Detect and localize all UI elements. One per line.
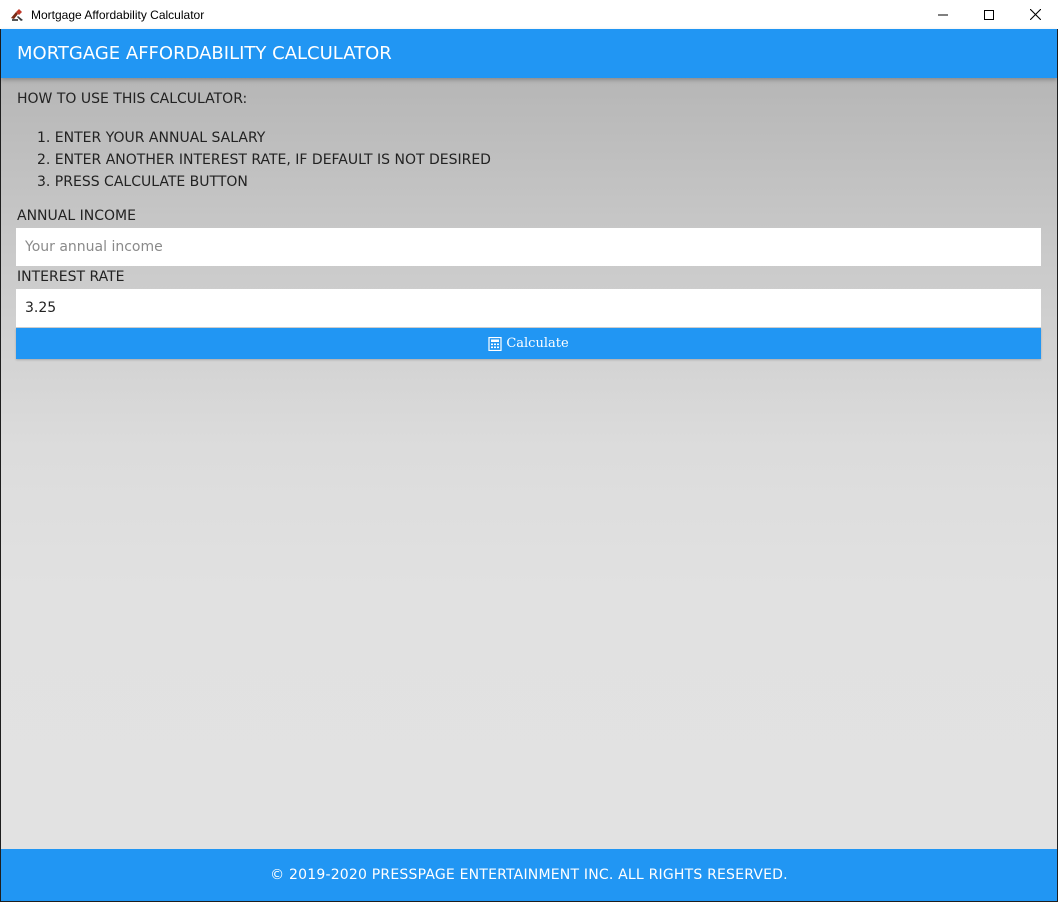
calculator-icon	[488, 336, 502, 351]
window-titlebar: Mortgage Affordability Calculator	[0, 0, 1058, 29]
copyright-text: © 2019-2020 PRESSPAGE ENTERTAINMENT INC.…	[270, 867, 788, 883]
app-icon	[9, 7, 25, 23]
minimize-button[interactable]	[920, 0, 966, 29]
app-window: MORTGAGE AFFORDABILITY CALCULATOR HOW TO…	[0, 29, 1058, 902]
instructions-list: 1. ENTER YOUR ANNUAL SALARY 2. ENTER ANO…	[37, 127, 491, 193]
interest-rate-label: INTEREST RATE	[17, 269, 125, 285]
maximize-icon	[984, 9, 994, 20]
calculate-button[interactable]: Calculate	[16, 328, 1041, 359]
interest-rate-input[interactable]	[16, 289, 1041, 327]
instruction-step: 3. PRESS CALCULATE BUTTON	[37, 174, 248, 190]
instruction-step: 2. ENTER ANOTHER INTEREST RATE, IF DEFAU…	[37, 152, 491, 168]
minimize-icon	[938, 14, 948, 15]
window-controls	[920, 0, 1058, 29]
app-header: MORTGAGE AFFORDABILITY CALCULATOR	[1, 29, 1057, 78]
calculate-button-label: Calculate	[506, 336, 569, 351]
window-title: Mortgage Affordability Calculator	[31, 7, 205, 22]
annual-income-input[interactable]	[16, 228, 1041, 266]
app-footer: © 2019-2020 PRESSPAGE ENTERTAINMENT INC.…	[1, 849, 1057, 901]
maximize-button[interactable]	[966, 0, 1012, 29]
page-title: MORTGAGE AFFORDABILITY CALCULATOR	[17, 43, 392, 64]
instructions-title: HOW TO USE THIS CALCULATOR:	[17, 91, 248, 107]
close-icon	[1029, 9, 1041, 20]
instruction-step: 1. ENTER YOUR ANNUAL SALARY	[37, 130, 266, 146]
close-button[interactable]	[1012, 0, 1058, 29]
annual-income-label: ANNUAL INCOME	[17, 208, 136, 224]
